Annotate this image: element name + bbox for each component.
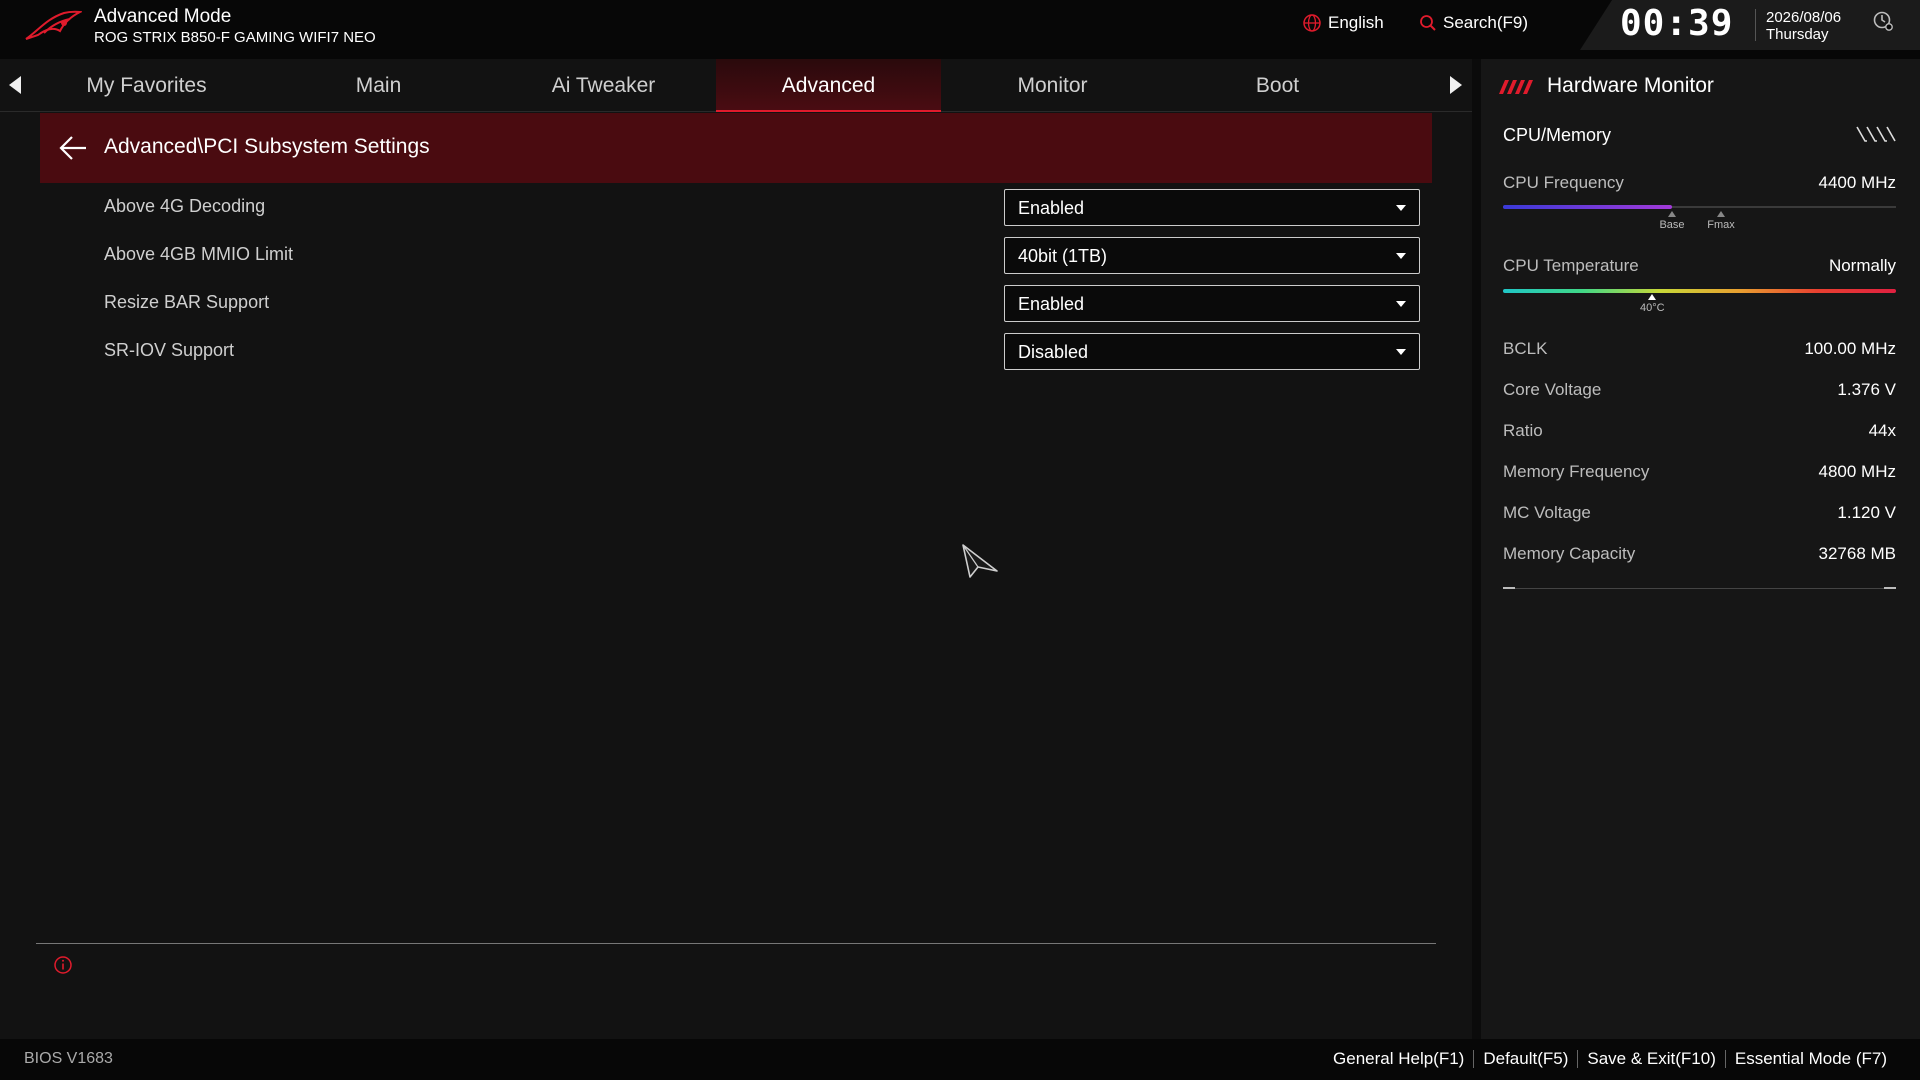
hw-label: Core Voltage (1503, 380, 1602, 399)
cpu-frequency-fill (1503, 205, 1672, 209)
essential-mode-button[interactable]: Essential Mode (F7) (1726, 1049, 1896, 1069)
fmax-marker-label: Fmax (1707, 219, 1735, 231)
hw-value: 4400 MHz (1818, 173, 1896, 192)
hw-value: 32768 MB (1818, 544, 1897, 563)
hw-row-cpu-temperature: CPU Temperature Normally (1503, 256, 1896, 280)
search-label: Search(F9) (1443, 13, 1529, 32)
date-value: 2026/08/06 (1766, 9, 1842, 26)
bios-version: BIOS V1683 (24, 1050, 113, 1067)
setting-label: Above 4G Decoding (104, 196, 266, 216)
clock-settings-icon[interactable] (1872, 10, 1894, 32)
tab-advanced[interactable]: Advanced (716, 59, 941, 112)
hw-label: Memory Frequency (1503, 462, 1650, 481)
hardware-monitor-section-title: CPU/Memory (1503, 125, 1612, 145)
info-icon (54, 956, 72, 974)
setting-row-above-4g-decoding: Above 4G Decoding Enabled (40, 183, 1432, 231)
back-arrow-icon[interactable] (58, 134, 88, 162)
cpu-frequency-bar (1503, 205, 1896, 209)
hardware-monitor-stripes-icon (1499, 80, 1533, 94)
tab-scroll-right-icon[interactable] (1450, 76, 1462, 94)
setting-row-sr-iov: SR-IOV Support Disabled (40, 327, 1432, 375)
mmio-limit-dropdown[interactable]: 40bit (1TB) (1004, 237, 1420, 274)
cpu-temperature-bar (1503, 289, 1896, 293)
hw-row-memory-capacity: Memory Capacity 32768 MB (1503, 544, 1896, 568)
rog-logo-icon (25, 10, 82, 40)
date-display: 2026/08/06 Thursday (1766, 9, 1841, 43)
help-divider (36, 943, 1436, 944)
hw-row-cpu-frequency: CPU Frequency 4400 MHz (1503, 173, 1896, 197)
dropdown-value: Enabled (1018, 294, 1085, 314)
breadcrumb-bar: Advanced\PCI Subsystem Settings (40, 113, 1432, 183)
tab-my-favorites[interactable]: My Favorites (34, 59, 259, 112)
default-button[interactable]: Default(F5) (1474, 1049, 1577, 1069)
section-collapse-icon[interactable] (1855, 125, 1897, 145)
clock: 00:39 (1620, 3, 1734, 44)
breadcrumb: Advanced\PCI Subsystem Settings (104, 135, 430, 158)
tab-bar: My Favorites Main Ai Tweaker Advanced Mo… (0, 59, 1472, 112)
above-4g-decoding-dropdown[interactable]: Enabled (1004, 189, 1420, 226)
hw-row-ratio: Ratio 44x (1503, 421, 1896, 445)
tab-main[interactable]: Main (266, 59, 491, 112)
setting-row-mmio-limit: Above 4GB MMIO Limit 40bit (1TB) (40, 231, 1432, 279)
mouse-pointer-icon (962, 544, 998, 578)
hardware-monitor-title: Hardware Monitor (1547, 74, 1714, 97)
hw-row-mc-voltage: MC Voltage 1.120 V (1503, 503, 1896, 527)
caret-down-icon (1396, 301, 1406, 307)
top-bar: Advanced Mode ROG STRIX B850-F GAMING WI… (0, 0, 1920, 59)
hw-value: 1.120 V (1837, 503, 1896, 522)
sr-iov-dropdown[interactable]: Disabled (1004, 333, 1420, 370)
hw-label: CPU Frequency (1503, 173, 1624, 192)
setting-row-resize-bar: Resize BAR Support Enabled (40, 279, 1432, 327)
dropdown-value: Enabled (1018, 198, 1085, 218)
base-marker-icon (1668, 211, 1676, 217)
dropdown-value: Disabled (1018, 342, 1089, 362)
hw-row-memory-frequency: Memory Frequency 4800 MHz (1503, 462, 1896, 486)
hw-value: 4800 MHz (1818, 462, 1896, 481)
caret-down-icon (1396, 349, 1406, 355)
setting-label: Above 4GB MMIO Limit (104, 244, 294, 264)
hw-value: 100.00 MHz (1804, 339, 1896, 358)
temperature-marker-label: 40°C (1640, 302, 1665, 314)
footer-links: General Help(F1) Default(F5) Save & Exit… (1324, 1049, 1896, 1069)
hw-value: 44x (1868, 421, 1896, 440)
language-label: English (1328, 13, 1384, 32)
mode-title: Advanced Mode (94, 6, 232, 27)
hw-value: 1.376 V (1837, 380, 1896, 399)
tab-boot[interactable]: Boot (1165, 59, 1390, 112)
base-marker-label: Base (1659, 219, 1685, 231)
hw-label: CPU Temperature (1503, 256, 1639, 275)
hw-label: MC Voltage (1503, 503, 1591, 522)
fmax-marker-icon (1717, 211, 1725, 217)
footer: BIOS V1683 General Help(F1) Default(F5) … (0, 1039, 1920, 1080)
tab-monitor[interactable]: Monitor (940, 59, 1165, 112)
hw-row-core-voltage: Core Voltage 1.376 V (1503, 380, 1896, 404)
tab-ai-tweaker[interactable]: Ai Tweaker (491, 59, 716, 112)
weekday-value: Thursday (1766, 26, 1829, 43)
caret-down-icon (1396, 205, 1406, 211)
search-button[interactable]: Search(F9) (1419, 13, 1528, 33)
temperature-marker-icon (1648, 294, 1657, 300)
language-selector[interactable]: English (1302, 13, 1384, 33)
setting-label: Resize BAR Support (104, 292, 270, 312)
date-divider (1755, 9, 1756, 41)
dropdown-value: 40bit (1TB) (1018, 246, 1108, 266)
hardware-monitor-panel: Hardware Monitor CPU/Memory CPU Frequenc… (1481, 59, 1920, 1039)
hw-label: BCLK (1503, 339, 1548, 358)
general-help-button[interactable]: General Help(F1) (1324, 1049, 1473, 1069)
hw-row-bclk: BCLK 100.00 MHz (1503, 339, 1896, 363)
hw-label: Ratio (1503, 421, 1543, 440)
tab-scroll-left-icon[interactable] (9, 76, 21, 94)
hw-value: Normally (1828, 256, 1896, 275)
search-icon (1420, 15, 1436, 31)
panel-separator (1472, 59, 1481, 1039)
save-exit-button[interactable]: Save & Exit(F10) (1578, 1049, 1725, 1069)
board-name: ROG STRIX B850-F GAMING WIFI7 NEO (94, 29, 376, 46)
globe-icon (1303, 14, 1321, 32)
hw-label: Memory Capacity (1503, 544, 1636, 563)
caret-down-icon (1396, 253, 1406, 259)
setting-label: SR-IOV Support (104, 340, 235, 360)
hardware-monitor-divider (1503, 587, 1896, 589)
resize-bar-dropdown[interactable]: Enabled (1004, 285, 1420, 322)
